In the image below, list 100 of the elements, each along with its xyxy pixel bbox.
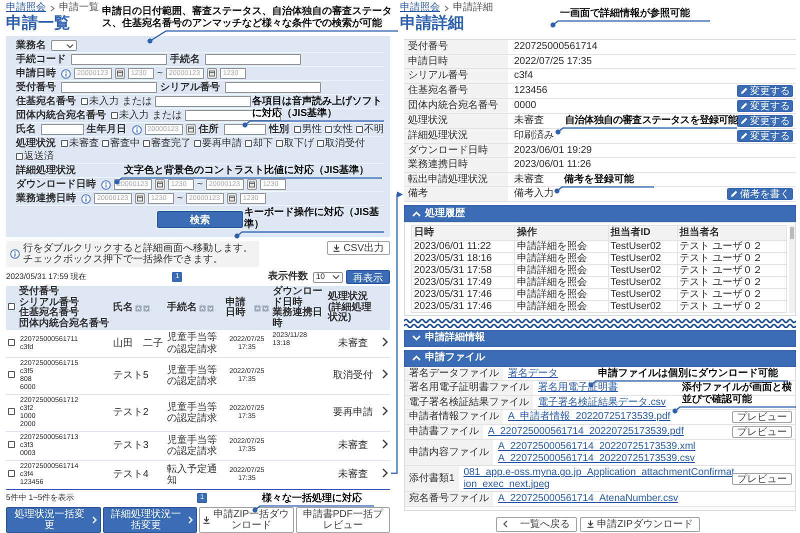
edit-button[interactable]: 変更する: [737, 130, 793, 142]
download-icon: [203, 516, 210, 524]
field-label: 業務名: [16, 40, 46, 52]
callout-text: 一画面で詳細情報が参照可能: [560, 8, 691, 20]
chevron-right-icon[interactable]: [382, 406, 388, 416]
chevron-right-icon[interactable]: [382, 468, 388, 478]
text-field[interactable]: [155, 96, 251, 107]
calendar-icon[interactable]: [115, 68, 125, 79]
column-header: 氏名: [113, 302, 133, 314]
download-button[interactable]: 申請ZIPダウンロード: [580, 516, 700, 532]
info-icon: [10, 249, 20, 259]
table-cell: テスト ユーザ０２: [680, 252, 762, 264]
calendar-icon[interactable]: [135, 193, 145, 204]
breadcrumb-link[interactable]: 申請照会: [400, 2, 440, 14]
chevron-right-icon[interactable]: [382, 336, 388, 347]
column-header: 操作: [517, 227, 538, 238]
checkbox[interactable]: [294, 126, 301, 133]
bulk-action-button[interactable]: 処理状況一括変更: [6, 507, 100, 533]
bulk-action-button[interactable]: 申請ZIP一括ダウンロード: [199, 507, 294, 533]
field-label: 処理状況: [404, 114, 508, 128]
chevron-right-icon[interactable]: [382, 439, 388, 450]
table-cell: 2023/05/31 18:16: [414, 252, 492, 264]
breadcrumb-current: 申請一覧: [59, 2, 99, 14]
search-button[interactable]: 検索: [157, 211, 243, 228]
file-link[interactable]: A_申請者情報_20220725173539.pdf: [508, 411, 670, 423]
field-value: 印刷済み: [514, 130, 554, 142]
checkbox[interactable]: [8, 371, 15, 378]
text-field[interactable]: [205, 54, 301, 65]
checkbox[interactable]: [356, 126, 363, 133]
calendar-icon[interactable]: [226, 193, 237, 204]
table-cell: テスト4: [113, 469, 149, 480]
file-link[interactable]: A_220725000561714_20220725173539.pdf: [488, 426, 684, 438]
download-icon: [587, 520, 594, 528]
calendar-icon[interactable]: [155, 179, 165, 190]
text-field[interactable]: [225, 82, 321, 93]
scrollbar[interactable]: [789, 225, 795, 312]
scrollbar-thumb[interactable]: [790, 227, 794, 239]
table-cell: テスト2: [113, 407, 149, 418]
calendar-icon[interactable]: [206, 68, 217, 79]
edit-button[interactable]: 変更する: [737, 100, 793, 112]
dropdown[interactable]: [51, 40, 77, 51]
chevron-right-icon[interactable]: [382, 369, 388, 380]
checkbox[interactable]: [8, 302, 15, 310]
checkbox-label: 未入力: [89, 96, 119, 108]
text-field[interactable]: [61, 82, 157, 93]
file-link[interactable]: A_220725000561714_20220725173539.csv: [498, 452, 695, 464]
checkbox[interactable]: [325, 126, 332, 133]
checkbox[interactable]: [111, 112, 118, 119]
field-value: 0000: [514, 100, 536, 112]
callout-text: 各項目は音声読み上げソフトに対応（JIS基準）: [252, 96, 383, 120]
edit-button[interactable]: 備考を書く: [727, 188, 793, 200]
checkbox[interactable]: [8, 408, 15, 416]
table-cell: テスト ユーザ０２: [680, 276, 762, 288]
preview-button[interactable]: プレビュー: [732, 426, 792, 438]
callout-text: 申請ファイルは個別にダウンロード可能: [598, 368, 779, 380]
checkbox[interactable]: [81, 98, 88, 105]
checkbox[interactable]: [61, 140, 68, 147]
bulk-action-button[interactable]: 詳細処理状況一括変更: [102, 507, 197, 533]
checkbox[interactable]: [276, 140, 283, 147]
csv-export-button[interactable]: CSV出力: [327, 241, 390, 255]
column-header: 申請日時: [225, 298, 246, 318]
checkbox[interactable]: [194, 140, 201, 147]
checkbox[interactable]: [16, 153, 23, 160]
refresh-button[interactable]: 再表示: [346, 270, 390, 284]
checkbox[interactable]: [8, 441, 15, 448]
edit-button[interactable]: 変更する: [737, 114, 793, 126]
checkbox[interactable]: [245, 140, 252, 147]
checkbox[interactable]: [102, 140, 109, 147]
file-link[interactable]: A_220725000561714_20220725173539.xml: [498, 441, 696, 452]
section-header[interactable]: 申請ファイル: [404, 350, 796, 366]
edit-button[interactable]: 変更する: [737, 84, 793, 96]
file-link[interactable]: 署名データ: [508, 368, 558, 379]
text-field[interactable]: [224, 124, 266, 135]
file-link[interactable]: A_220725000561714_AtenaNumber.csv: [498, 493, 678, 504]
checkbox-label: 却下: [253, 138, 273, 149]
info-icon: [101, 180, 111, 190]
field-value: 2022/07/25 17:35: [514, 56, 592, 67]
breadcrumb-link[interactable]: 申請照会: [6, 2, 46, 14]
text-field[interactable]: [41, 124, 84, 135]
section-header[interactable]: 処理履歴: [404, 205, 796, 222]
field-label: 生年月日: [86, 124, 126, 136]
file-link[interactable]: 電子署名検証結果データ.csv: [538, 396, 666, 408]
text-field[interactable]: [71, 54, 167, 65]
field-label: 処理状況: [16, 138, 56, 149]
field-value: 2023/06/01 19:29: [514, 144, 592, 156]
checkbox[interactable]: [143, 140, 150, 147]
checkbox[interactable]: [8, 470, 15, 478]
table-cell: TestUser02: [610, 300, 662, 312]
field-label: 申請日時: [404, 54, 508, 68]
checkbox[interactable]: [317, 140, 324, 147]
checkbox[interactable]: [8, 338, 15, 346]
preview-button[interactable]: プレビュー: [732, 411, 792, 423]
page-size-select[interactable]: 10: [312, 272, 343, 282]
calendar-icon[interactable]: [246, 179, 257, 190]
back-button[interactable]: 一覧へ戻る: [496, 516, 578, 532]
section-header[interactable]: 申請詳細情報: [404, 330, 796, 346]
calendar-icon[interactable]: [186, 124, 196, 135]
table-cell: 申請詳細を照会: [517, 264, 588, 276]
preview-button[interactable]: プレビュー: [732, 472, 792, 484]
bulk-action-button[interactable]: 申請書PDF一括プレビュー: [296, 507, 390, 533]
